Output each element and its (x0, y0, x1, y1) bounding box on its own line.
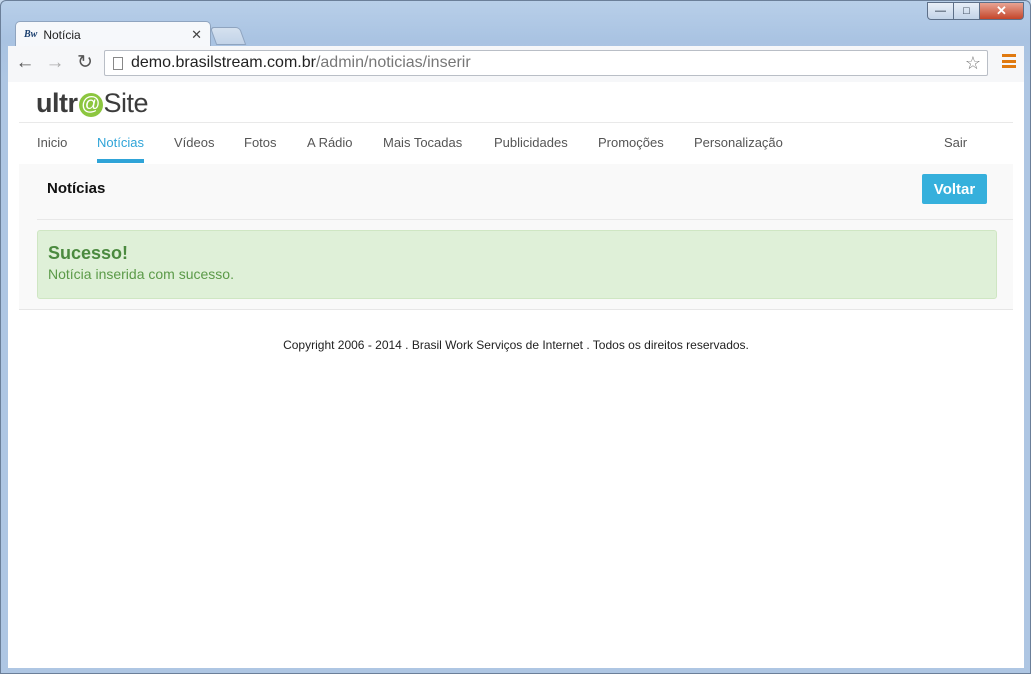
address-bar[interactable]: demo.brasilstream.com.br/admin/noticias/… (104, 50, 988, 76)
nav-item-inicio[interactable]: Inicio (37, 123, 67, 163)
logo-part1: ultr (36, 88, 78, 118)
main-nav: Inicio Notícias Vídeos Fotos A Rádio Mai… (19, 122, 1013, 165)
nav-item-fotos[interactable]: Fotos (244, 123, 277, 163)
nav-item-radio[interactable]: A Rádio (307, 123, 353, 163)
browser-toolbar: ← → ↻ demo.brasilstream.com.br/admin/not… (8, 46, 1024, 83)
success-alert: Sucesso! Notícia inserida com sucesso. (37, 230, 997, 299)
nav-item-mais-tocadas[interactable]: Mais Tocadas (383, 123, 462, 163)
forward-arrow-icon[interactable]: → (44, 52, 66, 74)
browser-window: — □ ✕ Bw Notícia ✕ ← → ↻ demo.brasilstre… (0, 0, 1031, 674)
back-button[interactable]: Voltar (922, 174, 987, 204)
url-text[interactable]: demo.brasilstream.com.br/admin/noticias/… (131, 54, 965, 72)
url-path: /admin/noticias/inserir (315, 54, 471, 71)
ultrasite-logo[interactable]: ultr @ Site (36, 88, 149, 119)
logo-at-icon: @ (78, 93, 103, 117)
page-icon (113, 56, 123, 70)
content-panel: Notícias Voltar Sucesso! Notícia inserid… (19, 164, 1013, 310)
nav-item-videos[interactable]: Vídeos (174, 123, 214, 163)
browser-menu-icon[interactable] (1002, 54, 1016, 68)
tab-title: Notícia (43, 27, 81, 42)
reload-icon[interactable]: ↻ (74, 52, 96, 74)
minimize-button[interactable]: — (927, 2, 954, 20)
favicon-icon: Bw (24, 29, 38, 40)
close-tab-icon[interactable]: ✕ (191, 27, 202, 43)
divider (37, 219, 1013, 220)
alert-message: Notícia inserida com sucesso. (48, 266, 234, 282)
alert-title: Sucesso! (48, 243, 129, 263)
page-viewport: ultr @ Site Inicio Notícias Vídeos Fotos A… (8, 82, 1024, 668)
close-window-button[interactable]: ✕ (980, 2, 1024, 20)
url-host: demo.brasilstream.com.br (131, 54, 316, 71)
bookmark-star-icon[interactable]: ☆ (965, 53, 981, 74)
page-title: Notícias (47, 180, 106, 197)
logout-link[interactable]: Sair (944, 123, 967, 163)
nav-item-noticias[interactable]: Notícias (97, 123, 144, 163)
footer-copyright: Copyright 2006 - 2014 . Brasil Work Serv… (283, 338, 749, 352)
nav-item-publicidades[interactable]: Publicidades (494, 123, 568, 163)
new-tab-button[interactable] (209, 27, 247, 45)
nav-item-promocoes[interactable]: Promoções (598, 123, 664, 163)
window-controls: — □ ✕ (927, 2, 1024, 20)
logo-part2: Site (103, 88, 149, 118)
back-arrow-icon[interactable]: ← (14, 52, 36, 74)
browser-tab[interactable]: Bw Notícia ✕ (15, 21, 211, 47)
nav-item-personalizacao[interactable]: Personalização (694, 123, 783, 163)
maximize-button[interactable]: □ (954, 2, 980, 20)
